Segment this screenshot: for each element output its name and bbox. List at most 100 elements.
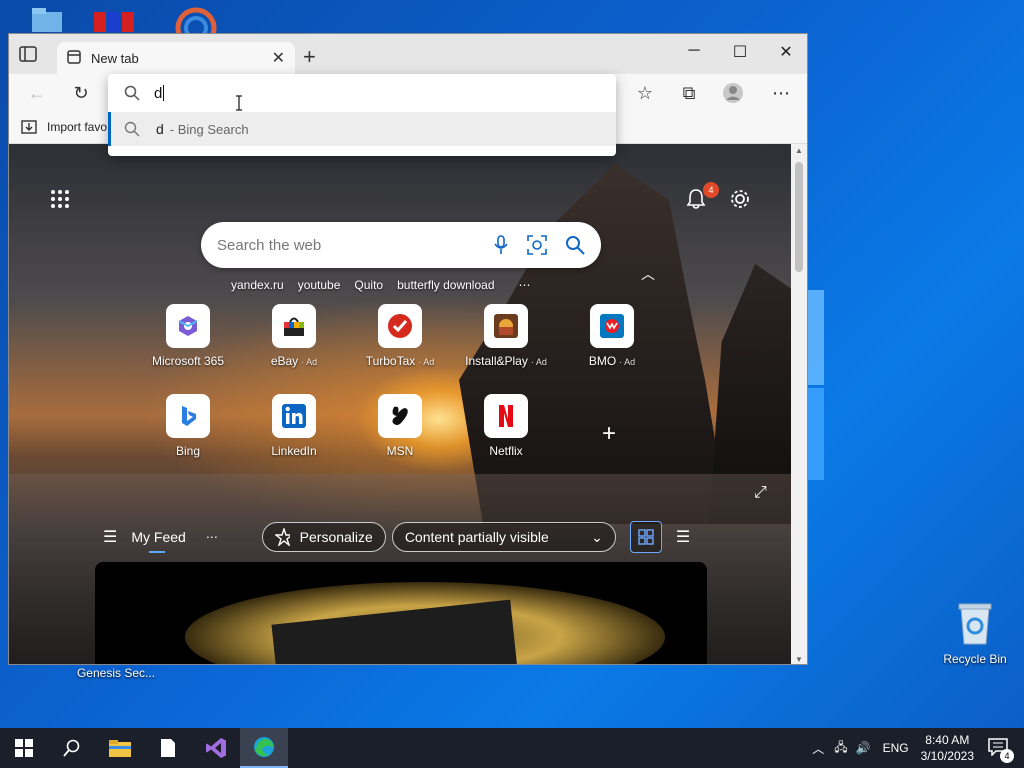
desktop-app-icon[interactable] xyxy=(92,6,134,34)
ebay-icon xyxy=(272,304,316,348)
personalize-button[interactable]: Personalize xyxy=(261,522,386,552)
volume-icon[interactable]: 🔊 xyxy=(856,741,871,755)
recycle-bin[interactable]: Recycle Bin xyxy=(935,600,1015,666)
personalize-icon xyxy=(274,528,290,546)
taskbar-edge[interactable] xyxy=(240,728,288,768)
profile-avatar[interactable] xyxy=(721,82,745,104)
more-suggestions-icon[interactable]: ⋯ xyxy=(519,278,531,292)
visual-studio-icon xyxy=(206,738,226,758)
collections-icon[interactable]: ⧉ xyxy=(677,82,701,104)
quick-link-label: BMO xyxy=(588,354,617,368)
quick-link-msn[interactable]: MSN xyxy=(345,394,455,458)
network-icon[interactable]: 🖧 xyxy=(834,738,847,759)
clock-time: 8:40 AM xyxy=(925,733,970,747)
suggested-search-link[interactable]: butterfly download xyxy=(397,278,494,292)
language-indicator[interactable]: ENG xyxy=(883,741,909,755)
suggested-search-link[interactable]: youtube xyxy=(298,278,341,292)
quick-link-netflix[interactable]: Netflix xyxy=(451,394,561,458)
quick-link-linkedin[interactable]: LinkedIn xyxy=(239,394,349,458)
scroll-up-icon[interactable]: ▲ xyxy=(795,146,803,155)
search-icon[interactable] xyxy=(565,235,585,255)
desktop-shortcut-genesis[interactable]: Genesis Sec... xyxy=(66,666,166,680)
scroll-down-icon[interactable]: ▼ xyxy=(795,655,803,664)
start-button[interactable] xyxy=(0,728,48,768)
quick-link-label: Bing xyxy=(175,444,201,458)
refresh-button[interactable]: ↻ xyxy=(69,82,93,104)
quick-link-label: LinkedIn xyxy=(271,444,317,458)
windows-icon xyxy=(15,739,33,757)
quick-link-bing[interactable]: Bing xyxy=(133,394,243,458)
clock-date: 3/10/2023 xyxy=(920,749,974,763)
scrollbar-thumb[interactable] xyxy=(795,162,803,272)
address-input[interactable]: d xyxy=(154,85,162,102)
feed-menu-icon[interactable]: ☰ xyxy=(103,527,117,547)
taskbar-notepad[interactable] xyxy=(144,728,192,768)
content-visibility-label: Content partially visible xyxy=(404,529,549,545)
chevron-up-icon[interactable]: ︿ xyxy=(812,740,824,757)
web-search-input[interactable]: Search the web xyxy=(217,237,475,254)
quick-link-install-play[interactable]: Install&Play · Ad xyxy=(451,304,561,368)
recycle-bin-icon xyxy=(955,600,995,646)
close-tab-icon[interactable]: ✕ xyxy=(272,48,285,68)
quick-link-label: TurboTax xyxy=(365,354,416,368)
grid-view-icon xyxy=(638,529,654,545)
maximize-button[interactable]: ☐ xyxy=(717,42,763,62)
app-launcher-icon[interactable] xyxy=(51,190,69,208)
content-visibility-dropdown[interactable]: Content partially visible ⌄ xyxy=(391,522,616,552)
grid-view-button[interactable] xyxy=(629,521,662,553)
desktop-app-icon[interactable] xyxy=(174,6,217,49)
taskbar-search-button[interactable] xyxy=(48,728,96,768)
ad-badge: · Ad xyxy=(619,357,636,367)
close-window-button[interactable]: ✕ xyxy=(763,42,807,62)
search-icon xyxy=(124,85,140,101)
add-shortcut-icon[interactable]: + xyxy=(602,420,616,448)
quick-link-ebay[interactable]: eBay · Ad xyxy=(239,304,349,368)
taskbar-file-explorer[interactable] xyxy=(96,728,144,768)
feed-card[interactable] xyxy=(95,562,707,664)
chevron-down-icon: ⌄ xyxy=(591,528,603,545)
my-feed-tab[interactable]: My Feed xyxy=(131,529,186,553)
list-view-icon[interactable]: ☰ xyxy=(676,527,690,547)
quick-link-turbotax[interactable]: TurboTax · Ad xyxy=(345,304,455,368)
suggested-search-link[interactable]: yandex.ru xyxy=(231,278,284,292)
bing-icon xyxy=(166,394,210,438)
tab-new-tab[interactable]: New tab ✕ xyxy=(57,42,295,74)
visual-search-icon[interactable] xyxy=(527,235,547,255)
install-play-icon xyxy=(484,304,528,348)
recycle-bin-label: Recycle Bin xyxy=(943,652,1007,666)
web-search-box[interactable]: Search the web xyxy=(201,222,601,268)
search-suggestion[interactable]: d - Bing Search xyxy=(108,112,616,146)
page-icon xyxy=(67,49,81,67)
quick-link-label: Install&Play xyxy=(465,354,528,368)
address-bar[interactable]: d xyxy=(108,74,616,112)
tab-actions-icon[interactable] xyxy=(19,46,37,62)
microphone-icon[interactable] xyxy=(493,235,509,255)
import-favorites-button[interactable]: Import favo xyxy=(21,120,107,134)
new-tab-button[interactable]: + xyxy=(303,44,316,70)
favorites-star-icon[interactable]: ☆ xyxy=(633,82,657,104)
action-center-button[interactable]: 4 xyxy=(988,737,1014,763)
personalize-label: Personalize xyxy=(299,529,373,545)
quick-link-label: MSN xyxy=(386,444,414,458)
vertical-scrollbar[interactable]: ▲ ▼ xyxy=(791,144,807,664)
desktop-folder-icon[interactable] xyxy=(30,6,64,34)
clock[interactable]: 8:40 AM 3/10/2023 xyxy=(921,732,974,764)
minimize-button[interactable]: ─ xyxy=(671,42,717,60)
feed-more-icon[interactable]: ⋯ xyxy=(206,530,218,544)
notification-count-badge: 4 xyxy=(703,182,719,198)
netflix-icon xyxy=(484,394,528,438)
quick-link-label: Netflix xyxy=(489,444,523,458)
quick-link-label: Microsoft 365 xyxy=(151,354,225,368)
taskbar-visual-studio[interactable] xyxy=(192,728,240,768)
chevron-up-icon[interactable]: ︿ xyxy=(641,264,655,284)
expand-icon[interactable]: ⤢ xyxy=(754,484,767,502)
system-tray: ︿ 🖧 🔊 ENG 8:40 AM 3/10/2023 4 xyxy=(812,728,1024,768)
quick-link-label: eBay xyxy=(270,354,299,368)
suggested-searches: yandex.ru youtube Quito butterfly downlo… xyxy=(231,278,531,292)
suggested-search-link[interactable]: Quito xyxy=(354,278,383,292)
quick-link-bmo[interactable]: BMO · Ad xyxy=(557,304,667,368)
back-button[interactable]: ← xyxy=(25,82,49,104)
quick-link-microsoft-365[interactable]: Microsoft 365 xyxy=(133,304,243,368)
settings-gear-icon[interactable] xyxy=(729,188,751,213)
more-menu-icon[interactable]: ⋯ xyxy=(769,82,793,104)
